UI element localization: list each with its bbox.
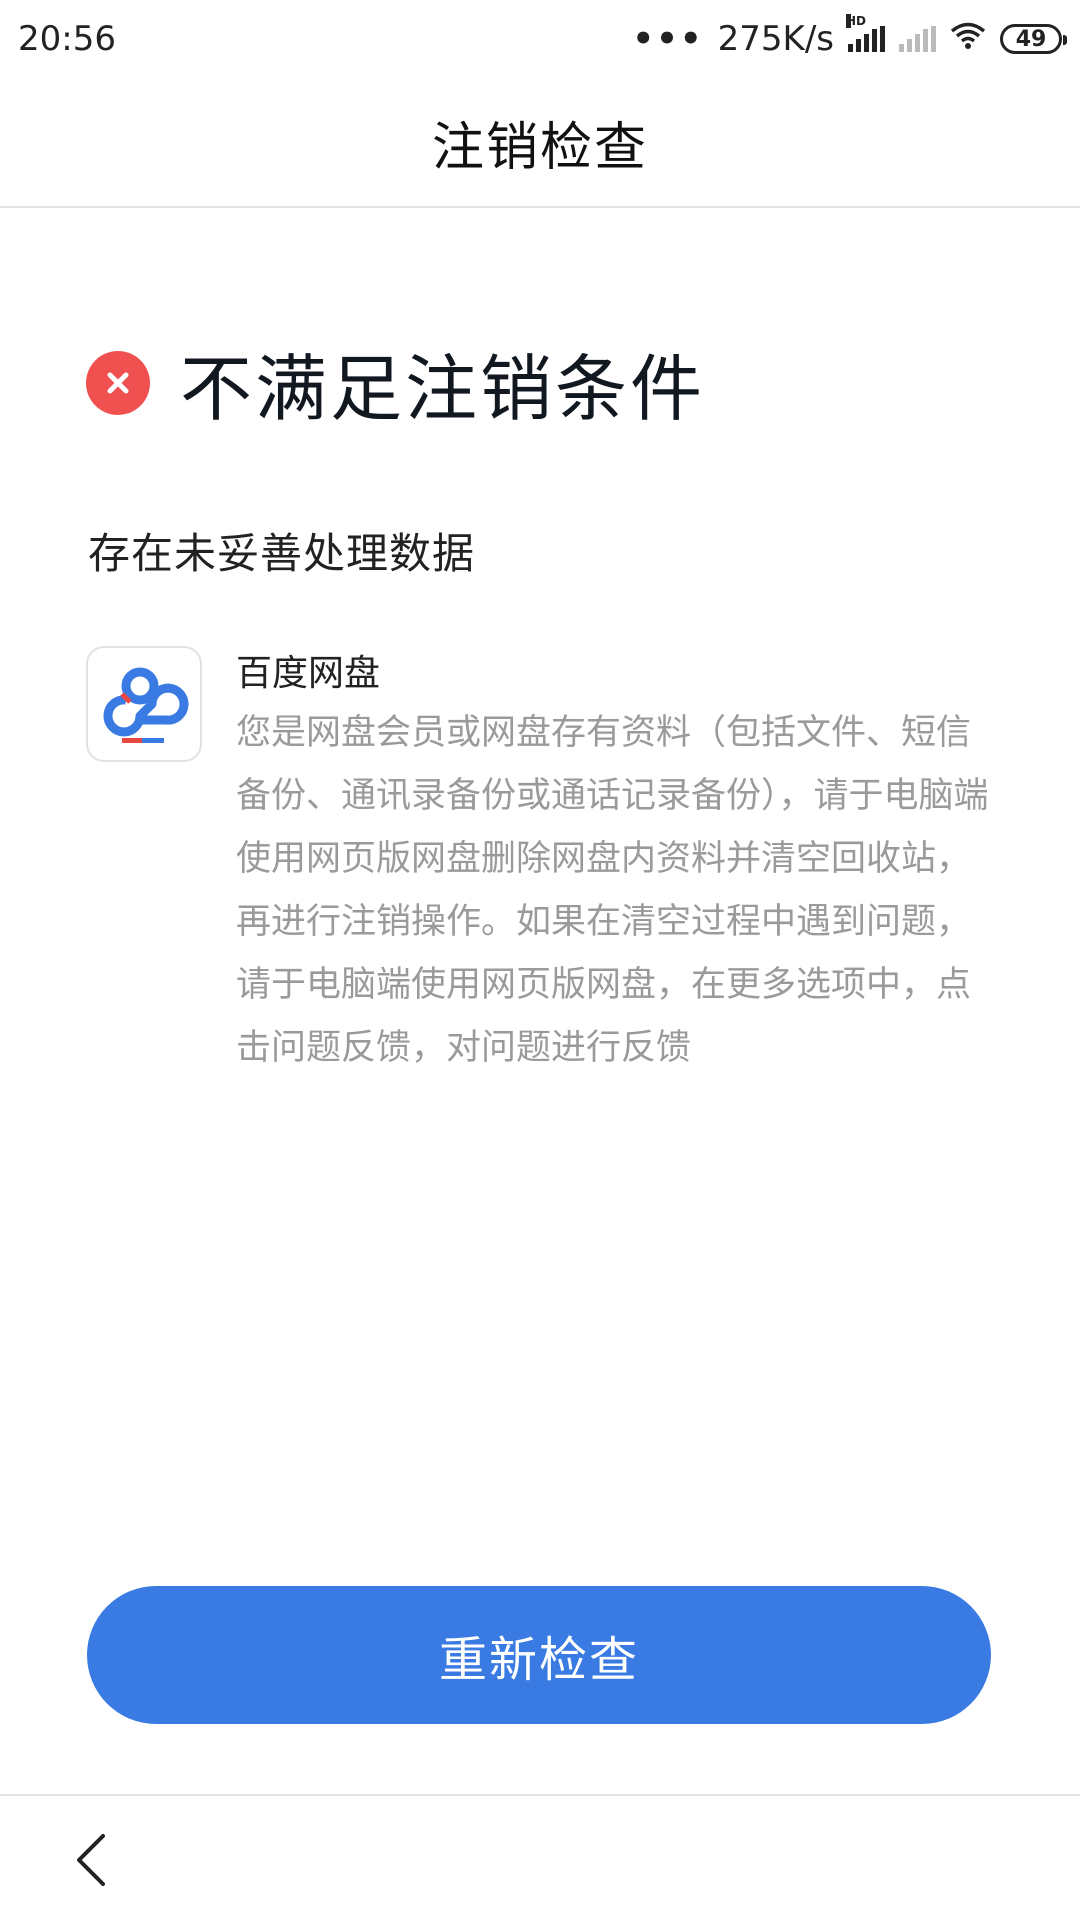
section-title: 存在未妥善处理数据 <box>88 529 476 578</box>
app-description: 您是网盘会员或网盘存有资料（包括文件、短信备份、通讯录备份或通话记录备份），请于… <box>236 713 989 1068</box>
error-x-icon <box>86 350 150 415</box>
app-name: 百度网盘 <box>236 653 381 694</box>
signal-strength-icon: HD <box>846 14 885 52</box>
battery-icon: 49 <box>1000 24 1067 54</box>
back-button[interactable] <box>60 1830 120 1890</box>
app-header: 注销检查 <box>0 78 1080 208</box>
status-icons: ••• 275K/s HD 49 <box>632 14 1067 59</box>
network-speed: 275K/s <box>717 19 834 59</box>
wifi-icon <box>950 19 986 59</box>
battery-level: 49 <box>1015 26 1047 52</box>
recheck-button[interactable]: 重新检查 <box>87 1586 991 1724</box>
signal-strength-sim2-icon <box>899 26 936 52</box>
baidu-netdisk-icon <box>86 646 202 762</box>
status-bar: 20:56 ••• 275K/s HD 49 <box>0 0 1080 78</box>
more-notifications-icon: ••• <box>632 19 704 59</box>
result-status: 不满足注销条件 <box>86 330 705 435</box>
screen: 20:56 ••• 275K/s HD 49 注销检查 不满足注销条件 存在未妥… <box>0 0 1080 1920</box>
status-time: 20:56 <box>18 19 116 59</box>
result-title: 不满足注销条件 <box>180 347 706 431</box>
page-title: 注销检查 <box>431 117 648 178</box>
hd-badge: HD <box>846 14 867 28</box>
chevron-left-icon <box>77 1834 105 1886</box>
bottom-nav <box>0 1794 1080 1920</box>
